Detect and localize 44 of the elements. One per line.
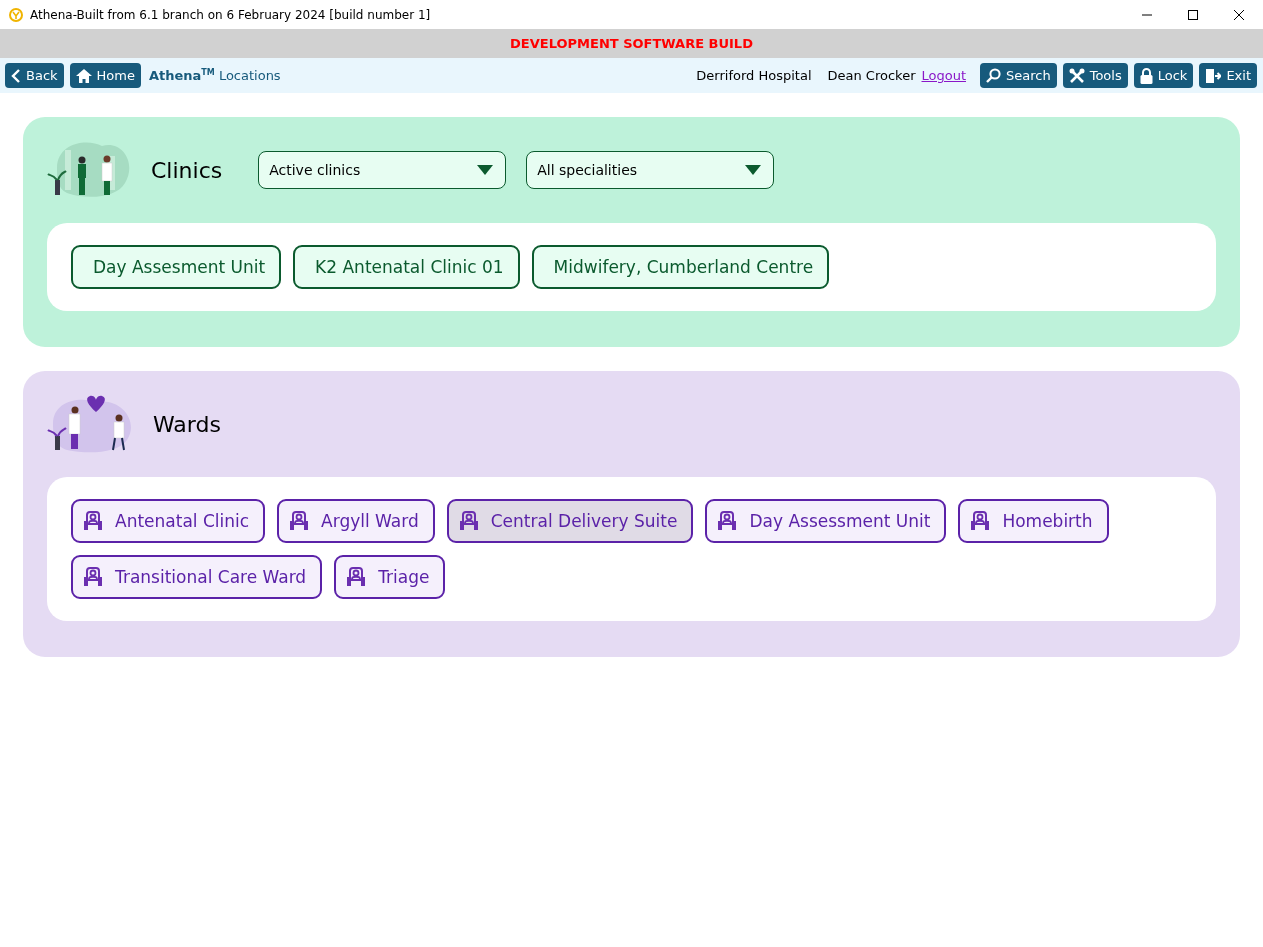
ward-button[interactable]: Central Delivery Suite bbox=[446, 499, 694, 543]
lock-button[interactable]: Lock bbox=[1133, 63, 1194, 88]
wards-heading: Wards bbox=[153, 411, 221, 437]
search-icon bbox=[986, 68, 1001, 83]
chevron-left-icon bbox=[11, 68, 21, 83]
tools-button[interactable]: Tools bbox=[1062, 63, 1128, 88]
clinic-button[interactable]: Day Assesment Unit bbox=[71, 245, 282, 289]
home-icon bbox=[75, 68, 92, 83]
user-name: Dean Crocker bbox=[827, 68, 916, 83]
ward-button[interactable]: Transitional Care Ward bbox=[71, 555, 323, 599]
lock-icon bbox=[1139, 67, 1153, 84]
ward-button[interactable]: Antenatal Clinic bbox=[71, 499, 266, 543]
search-button[interactable]: Search bbox=[980, 63, 1057, 88]
bed-icon bbox=[346, 567, 367, 587]
home-button[interactable]: Home bbox=[69, 63, 141, 88]
exit-door-icon bbox=[1205, 67, 1222, 84]
back-button[interactable]: Back bbox=[5, 63, 64, 88]
ward-button[interactable]: Triage bbox=[334, 555, 446, 599]
bed-icon bbox=[83, 567, 103, 587]
ward-button[interactable]: Argyll Ward bbox=[277, 499, 435, 543]
dropdown-triangle-icon bbox=[745, 165, 762, 175]
bed-icon bbox=[458, 511, 479, 531]
close-icon[interactable] bbox=[1233, 8, 1245, 21]
exit-button[interactable]: Exit bbox=[1199, 63, 1257, 88]
hospital-name: Derriford Hospital bbox=[696, 68, 812, 83]
clinic-button[interactable]: Midwifery, Cumberland Centre bbox=[531, 245, 830, 289]
filter-dropdown[interactable]: All specialities bbox=[526, 151, 775, 189]
ward-button[interactable]: Homebirth bbox=[958, 499, 1109, 543]
bed-icon bbox=[717, 511, 738, 531]
dropdown-triangle-icon bbox=[477, 165, 494, 175]
breadcrumb: Athena$^{TM}$ Locations bbox=[148, 67, 281, 84]
logout-link[interactable]: Logout bbox=[921, 68, 966, 83]
dev-build-label: DEVELOPMENT SOFTWARE BUILD bbox=[510, 36, 753, 51]
bed-icon bbox=[83, 511, 103, 531]
clinic-button[interactable]: K2 Antenatal Clinic 01 bbox=[293, 245, 520, 289]
app-logo-icon bbox=[8, 6, 24, 23]
window-title: Athena-Built from 6.1 branch on 6 February 2024 [build number 1] bbox=[30, 7, 431, 22]
bed-icon bbox=[289, 511, 310, 531]
tools-icon bbox=[1068, 67, 1085, 84]
clinics-heading: Clinics bbox=[151, 157, 223, 183]
filter-dropdown[interactable]: Active clinics bbox=[258, 151, 507, 189]
bed-icon bbox=[970, 511, 991, 531]
ward-button[interactable]: Day Assessment Unit bbox=[705, 499, 947, 543]
maximize-icon[interactable] bbox=[1187, 8, 1199, 21]
